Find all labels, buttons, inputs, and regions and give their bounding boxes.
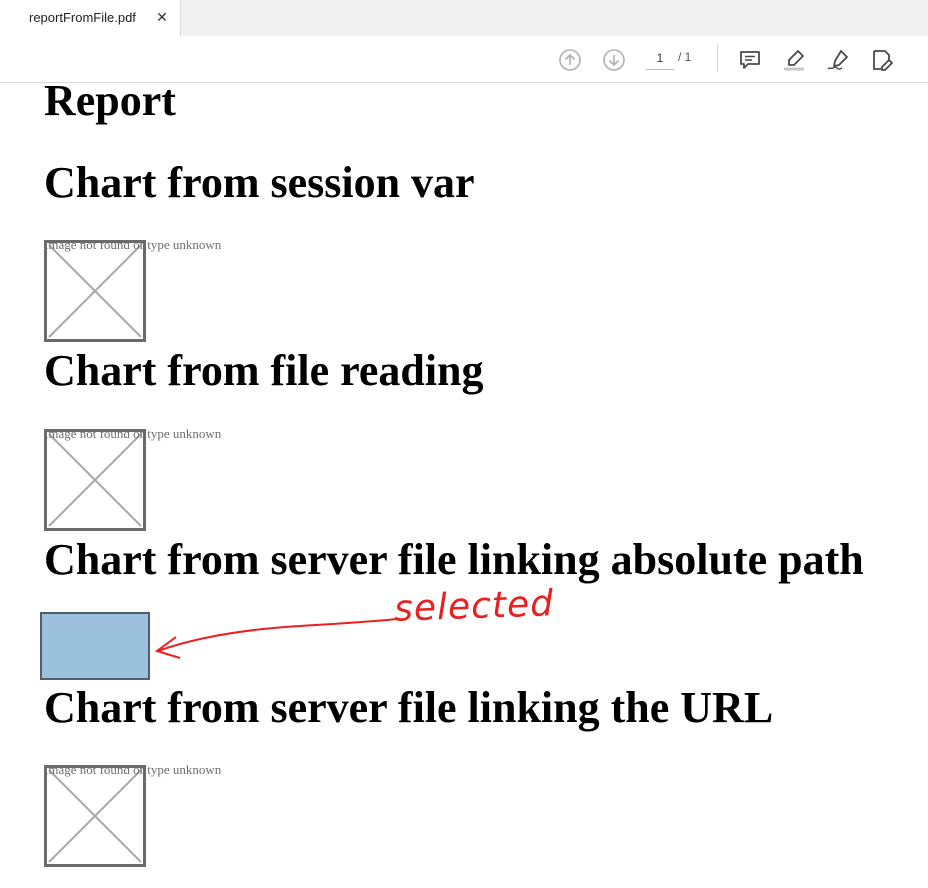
edit-pdf-icon[interactable] <box>870 48 894 72</box>
tab-label: reportFromFile.pdf <box>29 10 136 25</box>
annotation-text: selected <box>393 583 555 630</box>
arrow-annotation <box>154 618 397 659</box>
sign-icon[interactable] <box>826 48 850 72</box>
image-alt-text: Image not found or type unknown <box>44 762 222 777</box>
close-icon[interactable]: ✕ <box>154 7 170 27</box>
document-page: Report Chart from session var Image not … <box>0 83 928 888</box>
broken-image-frame <box>44 429 146 531</box>
section-heading-3: Chart from server file linking absolute … <box>44 535 864 584</box>
broken-image-icon <box>48 244 142 338</box>
broken-image-1[interactable]: Image not found or type unknown <box>44 237 264 342</box>
broken-image-icon <box>48 769 142 863</box>
image-alt-text: Image not found or type unknown <box>44 426 222 441</box>
highlight-icon[interactable] <box>782 48 806 72</box>
toolbar-divider <box>717 44 718 72</box>
broken-image-frame <box>44 765 146 867</box>
broken-image-4[interactable]: Image not found or type unknown <box>44 762 264 867</box>
tab-bar: reportFromFile.pdf ✕ <box>0 0 928 37</box>
section-heading-2: Chart from file reading <box>44 346 484 395</box>
report-title: Report <box>44 83 176 125</box>
tab-report-pdf[interactable]: reportFromFile.pdf ✕ <box>0 0 181 36</box>
comment-icon[interactable] <box>738 48 762 72</box>
section-heading-4: Chart from server file linking the URL <box>44 683 774 732</box>
image-alt-text: Image not found or type unknown <box>44 237 222 252</box>
previous-page-icon[interactable] <box>558 48 582 72</box>
next-page-icon[interactable] <box>602 48 626 72</box>
page-total: / 1 <box>678 50 692 64</box>
broken-image-icon <box>48 433 142 527</box>
broken-image-2[interactable]: Image not found or type unknown <box>44 426 264 531</box>
page-number-input[interactable] <box>646 47 674 70</box>
broken-image-frame <box>44 240 146 342</box>
pdf-toolbar: / 1 <box>0 36 928 83</box>
section-heading-1: Chart from session var <box>44 158 475 207</box>
selected-image[interactable] <box>40 612 150 680</box>
